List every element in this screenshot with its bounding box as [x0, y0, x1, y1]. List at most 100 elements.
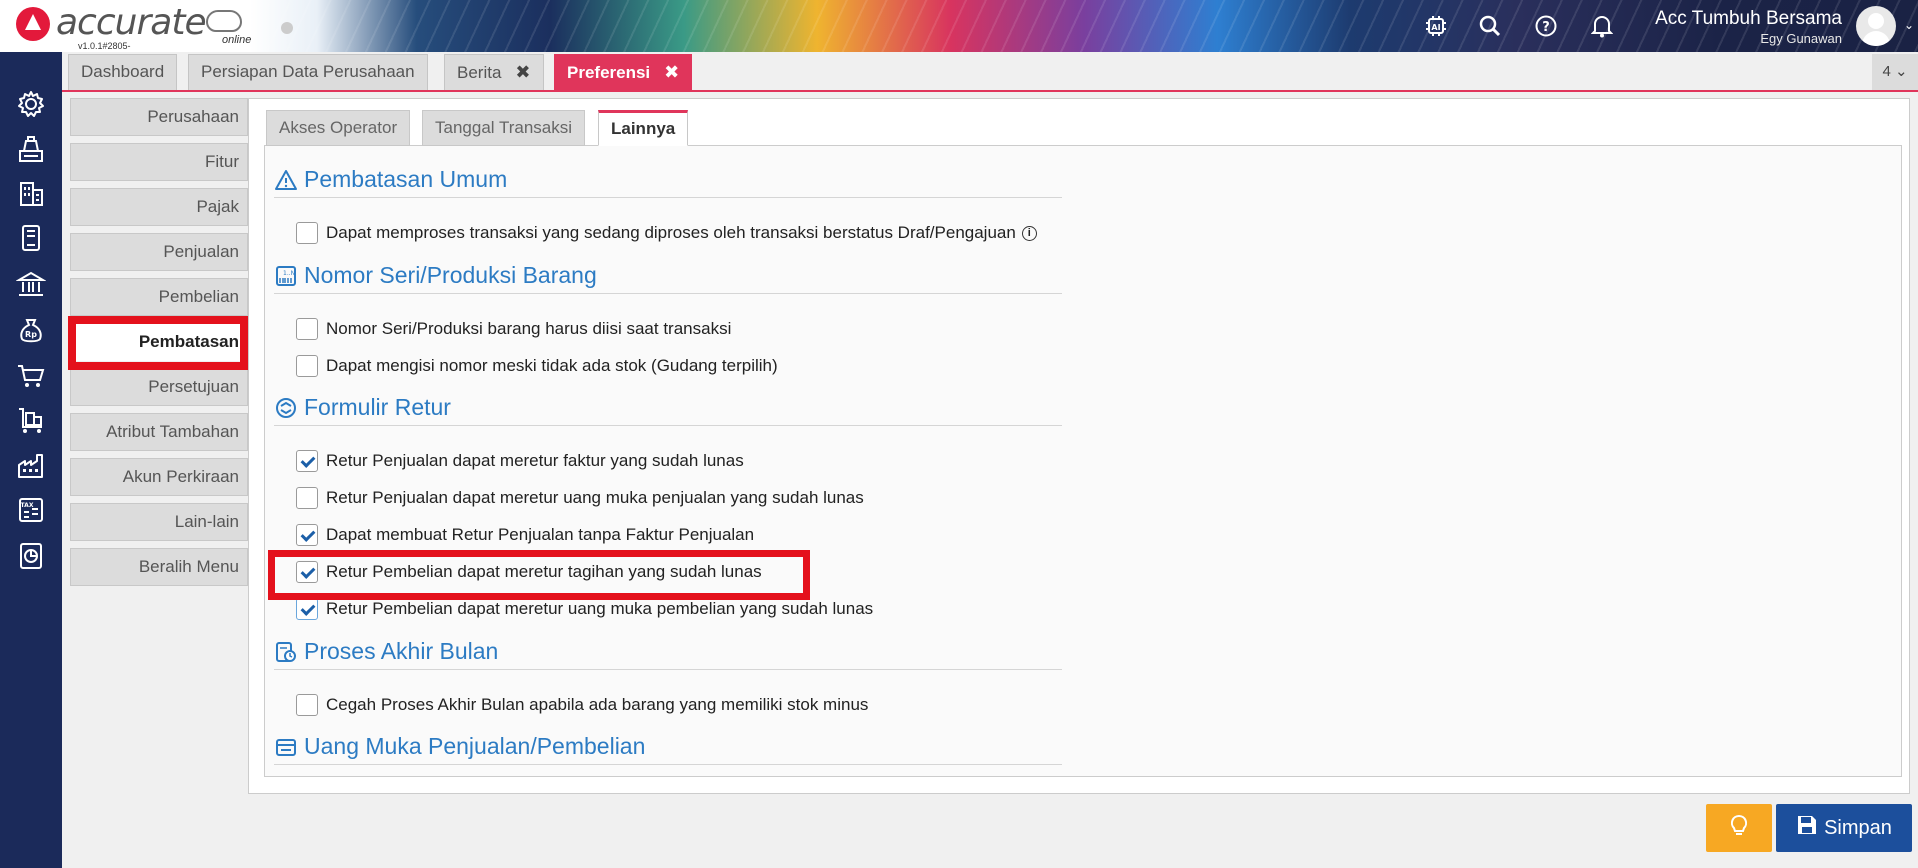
checkbox[interactable]	[296, 318, 318, 340]
highlight-box	[268, 550, 810, 600]
svg-text:1..N: 1..N	[283, 270, 295, 277]
subtab-label: Tanggal Transaksi	[435, 118, 573, 137]
side-menu-label: Atribut Tambahan	[106, 422, 239, 441]
cart-icon[interactable]	[13, 358, 49, 394]
module-rail: Rp TAX	[0, 52, 62, 868]
section-title: Uang Muka Penjualan/Pembelian	[304, 733, 646, 759]
app-header: accurate online v1.0.1#2805-1598383 AI ?…	[0, 0, 1918, 52]
tab-overflow-menu[interactable]: 4 ⌄	[1872, 54, 1918, 90]
factory-icon[interactable]	[13, 448, 49, 484]
cloud-icon	[206, 10, 242, 32]
section-title: Nomor Seri/Produksi Barang	[304, 262, 597, 288]
svg-text:TAX: TAX	[21, 502, 34, 509]
side-menu-label: Pembelian	[158, 287, 239, 306]
checkbox[interactable]	[296, 450, 318, 472]
checkbox[interactable]	[296, 222, 318, 244]
side-menu-persetujuan[interactable]: Persetujuan	[70, 368, 248, 406]
section-title: Formulir Retur	[304, 394, 451, 420]
checkbox[interactable]	[296, 487, 318, 509]
section-proses-akhir-bulan: Proses Akhir Bulan	[274, 638, 1062, 670]
option-label: Retur Pembelian dapat meretur uang muka …	[326, 599, 874, 618]
option-label: Nomor Seri/Produksi barang harus diisi s…	[326, 319, 732, 338]
option-row: Retur Penjualan dapat meretur uang muka …	[296, 485, 864, 511]
save-button[interactable]: Simpan	[1776, 804, 1912, 852]
tab-preferensi[interactable]: Preferensi ✖	[554, 54, 693, 90]
side-menu-lain-lain[interactable]: Lain-lain	[70, 503, 248, 541]
bell-icon[interactable]	[1588, 12, 1616, 40]
side-menu-akun-perkiraan[interactable]: Akun Perkiraan	[70, 458, 248, 496]
bank-icon[interactable]	[13, 266, 49, 302]
tax-report-icon[interactable]: TAX	[13, 492, 49, 528]
tab-bar: Dashboard Persiapan Data Perusahaan Beri…	[62, 52, 1918, 92]
side-menu-label: Penjualan	[163, 242, 239, 261]
user-name[interactable]: Egy Gunawan	[1760, 31, 1842, 46]
tab-label: Dashboard	[81, 62, 165, 81]
cashier-icon[interactable]	[13, 132, 49, 168]
close-icon[interactable]: ✖	[515, 55, 530, 89]
building-icon[interactable]	[13, 176, 49, 212]
app-version: v1.0.1#2805-1598383	[78, 41, 131, 52]
logo-text: accurate	[56, 2, 207, 43]
subtab-label: Lainnya	[611, 119, 676, 138]
floppy-disk-icon	[1796, 814, 1824, 842]
side-menu-label: Persetujuan	[148, 377, 239, 396]
tab-label: Berita	[457, 63, 502, 82]
ai-icon[interactable]: AI	[1422, 12, 1450, 40]
company-name[interactable]: Acc Tumbuh Bersama	[1655, 8, 1842, 30]
tab-persiapan-data-perusahaan[interactable]: Persiapan Data Perusahaan	[188, 54, 428, 90]
save-label: Simpan	[1824, 816, 1892, 839]
section-pembatasan-umum: Pembatasan Umum	[274, 166, 1062, 198]
side-menu-label: Fitur	[205, 152, 239, 171]
side-menu-label: Lain-lain	[174, 512, 239, 531]
side-menu-fitur[interactable]: Fitur	[70, 143, 248, 181]
subtab-tanggal-transaksi[interactable]: Tanggal Transaksi	[422, 110, 586, 146]
side-menu-perusahaan[interactable]: Perusahaan	[70, 98, 248, 136]
tab-label: Persiapan Data Perusahaan	[201, 62, 415, 81]
section-uang-muka-penjualan-pembelian: Uang Muka Penjualan/Pembelian	[274, 733, 1062, 765]
lightbulb-icon	[1729, 814, 1749, 843]
down-payment-icon	[274, 735, 298, 759]
option-label: Dapat mengisi nomor meski tidak ada stok…	[326, 356, 778, 375]
option-label: Retur Penjualan dapat meretur faktur yan…	[326, 451, 744, 470]
subtab-akses-operator[interactable]: Akses Operator	[266, 110, 411, 146]
tab-dashboard[interactable]: Dashboard	[68, 54, 178, 90]
subtab-label: Akses Operator	[279, 118, 398, 137]
side-menu-label: Pajak	[196, 197, 239, 216]
highlight-box	[68, 316, 248, 370]
money-bag-icon[interactable]: Rp	[13, 312, 49, 348]
book-icon[interactable]	[13, 220, 49, 256]
info-icon[interactable]: i	[1021, 225, 1037, 241]
chevron-down-icon[interactable]: ⌄	[1904, 18, 1914, 32]
section-formulir-retur: Formulir Retur	[274, 394, 1062, 426]
option-row: Dapat mengisi nomor meski tidak ada stok…	[296, 353, 778, 379]
subtab-lainnya[interactable]: Lainnya	[598, 110, 689, 146]
checkbox[interactable]	[296, 598, 318, 620]
option-label: Retur Penjualan dapat meretur uang muka …	[326, 488, 864, 507]
gear-icon[interactable]	[13, 86, 49, 122]
checkbox[interactable]	[296, 524, 318, 546]
return-icon	[274, 396, 298, 420]
checkbox[interactable]	[296, 355, 318, 377]
hint-button[interactable]	[1706, 804, 1772, 852]
side-menu-pembelian[interactable]: Pembelian	[70, 278, 248, 316]
checkbox[interactable]	[296, 694, 318, 716]
serial-number-icon: 1..N	[274, 264, 298, 288]
side-menu-pajak[interactable]: Pajak	[70, 188, 248, 226]
close-icon[interactable]: ✖	[664, 55, 679, 89]
search-icon[interactable]	[1476, 12, 1504, 40]
option-row: Nomor Seri/Produksi barang harus diisi s…	[296, 316, 731, 342]
avatar[interactable]	[1856, 6, 1896, 46]
chart-report-icon[interactable]	[13, 538, 49, 574]
side-menu-atribut-tambahan[interactable]: Atribut Tambahan	[70, 413, 248, 451]
trolley-icon[interactable]	[13, 402, 49, 438]
help-icon[interactable]: ?	[1532, 12, 1560, 40]
svg-text:?: ?	[1542, 20, 1550, 35]
side-menu-beralih-menu[interactable]: Beralih Menu	[70, 548, 248, 586]
option-row: Retur Penjualan dapat meretur faktur yan…	[296, 448, 744, 474]
option-row: Dapat membuat Retur Penjualan tanpa Fakt…	[296, 522, 754, 548]
tab-berita[interactable]: Berita ✖	[444, 54, 544, 90]
side-menu-penjualan[interactable]: Penjualan	[70, 233, 248, 271]
status-dot-icon	[281, 22, 293, 34]
section-title: Pembatasan Umum	[304, 166, 508, 192]
warning-icon	[274, 168, 298, 192]
